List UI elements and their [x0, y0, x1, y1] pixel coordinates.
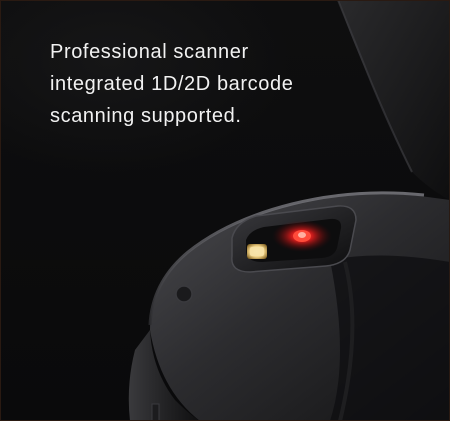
flash-led-icon: [247, 244, 267, 259]
caption-line-1: Professional scanner: [50, 41, 249, 63]
product-image: Professional scanner integrated 1D/2D ba…: [0, 0, 450, 421]
caption-line-3: scanning supported.: [50, 105, 242, 127]
feature-caption: Professional scanner integrated 1D/2D ba…: [50, 36, 380, 132]
laser-light-icon: [272, 220, 332, 252]
caption-line-2: integrated 1D/2D barcode: [50, 73, 294, 95]
